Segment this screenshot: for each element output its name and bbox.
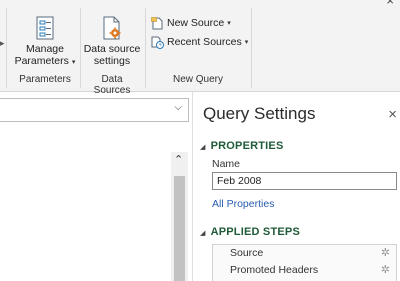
properties-heading: PROPERTIES: [210, 140, 284, 152]
data-source-settings-line2: settings: [93, 55, 131, 67]
group-label-data-sources: Data Sources: [93, 74, 131, 96]
query-name-input[interactable]: [212, 172, 397, 190]
list-item[interactable]: Source ✲: [213, 245, 396, 262]
data-source-settings-button[interactable]: Data source settings: [82, 16, 142, 67]
recent-sources-icon: [151, 36, 164, 49]
scroll-up-arrow-icon[interactable]: ⌃: [174, 152, 183, 168]
group-label-new-query: New Query: [172, 74, 223, 85]
query-settings-title: Query Settings: [203, 104, 316, 123]
formula-bar[interactable]: ⌵: [0, 98, 189, 122]
recent-sources-button[interactable]: Recent Sources ▾: [151, 35, 248, 49]
applied-steps-list: Source ✲ Promoted Headers ✲: [212, 244, 397, 281]
ribbon-separator: [6, 8, 7, 88]
new-source-button[interactable]: New Source ▾: [151, 16, 231, 30]
data-source-settings-icon: [103, 16, 121, 40]
query-settings-pane: Query Settings × ◢ PROPERTIES Name All Pr…: [192, 92, 400, 281]
collapse-triangle-icon: ◢: [200, 230, 206, 237]
step-label: Promoted Headers: [230, 264, 319, 276]
chevron-down-icon: ▾: [71, 59, 76, 66]
data-source-settings-line1: Data source: [83, 43, 141, 55]
chevron-down-icon: ▾: [227, 20, 231, 27]
manage-parameters-button[interactable]: Manage Parameters ▾: [12, 16, 78, 69]
ribbon-separator: [251, 8, 252, 88]
new-source-label: New Source: [167, 17, 225, 29]
properties-section-header[interactable]: ◢ PROPERTIES: [200, 140, 284, 152]
group-label-parameters: Parameters: [19, 74, 71, 85]
manage-parameters-icon: [36, 16, 54, 40]
step-label: Source: [230, 247, 264, 259]
new-source-icon: [151, 16, 163, 29]
collapse-triangle-icon: ◢: [200, 144, 206, 151]
gear-icon[interactable]: ✲: [381, 262, 390, 279]
ribbon: × ▸ Manage Parameters ▾ Parameters Data …: [0, 0, 400, 96]
close-icon[interactable]: ×: [388, 106, 397, 123]
list-item[interactable]: Promoted Headers ✲: [213, 262, 396, 279]
ribbon-separator: [80, 8, 81, 88]
applied-steps-section-header[interactable]: ◢ APPLIED STEPS: [200, 226, 300, 238]
manage-parameters-line1: Manage: [26, 43, 64, 55]
ribbon-overflow-caret-icon[interactable]: ▸: [0, 38, 5, 49]
gear-icon[interactable]: ✲: [381, 245, 390, 262]
window-close-button[interactable]: ×: [386, 0, 394, 7]
chevron-down-icon: ▾: [244, 39, 249, 46]
name-label: Name: [212, 158, 241, 170]
scrollbar-thumb[interactable]: [174, 176, 185, 281]
vertical-scrollbar[interactable]: ⌃: [171, 152, 188, 281]
manage-parameters-line2: Parameters: [14, 55, 69, 67]
chevron-down-icon[interactable]: ⌵: [174, 102, 182, 113]
applied-steps-heading: APPLIED STEPS: [210, 226, 300, 238]
all-properties-link[interactable]: All Properties: [212, 198, 274, 210]
recent-sources-label: Recent Sources: [167, 36, 242, 48]
